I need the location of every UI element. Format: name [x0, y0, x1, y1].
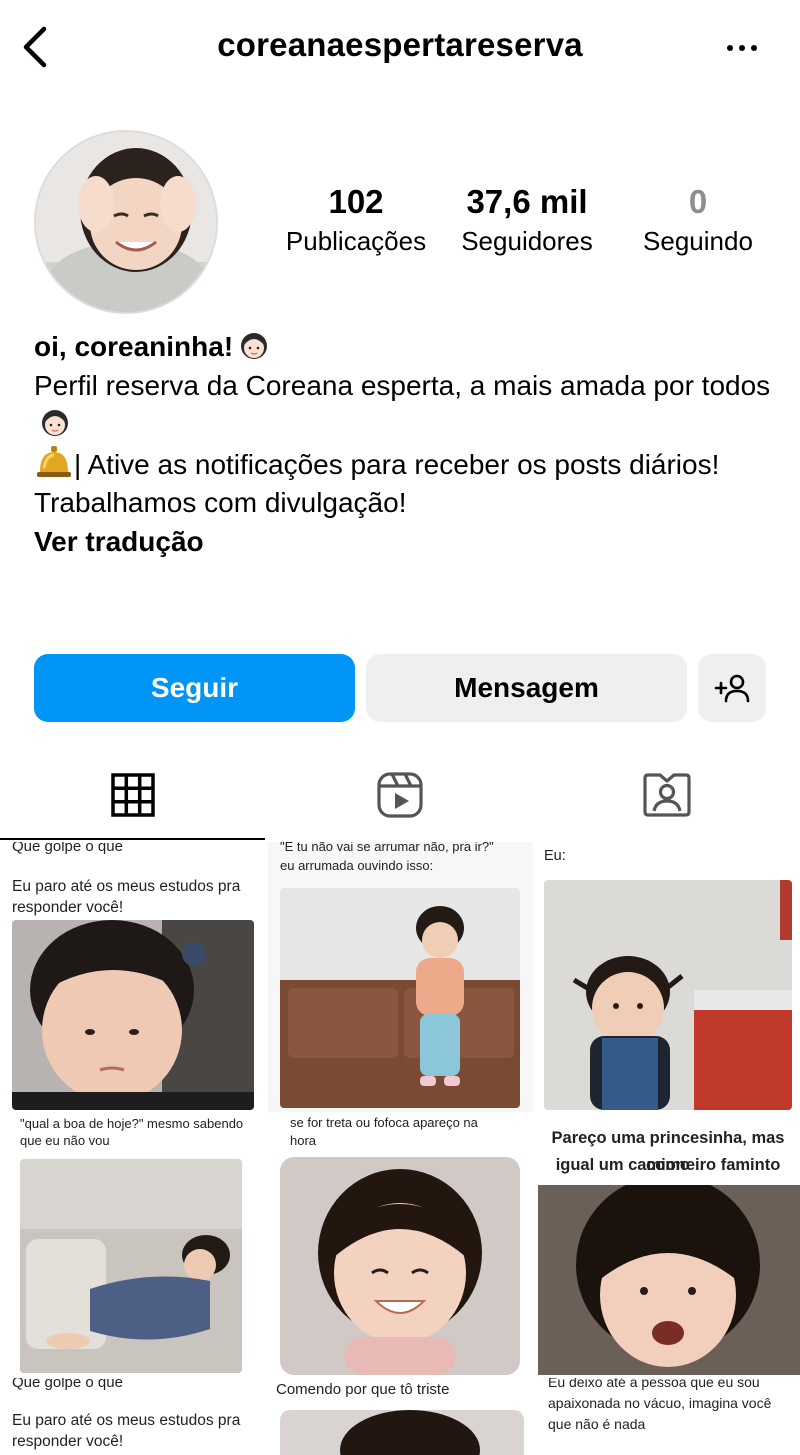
- post-image: [280, 1410, 524, 1455]
- top-bar: coreanaespertareserva: [0, 0, 800, 96]
- post-caption-top: Que golpe o que: [12, 1378, 123, 1391]
- more-horizontal-icon: [727, 45, 733, 51]
- post-caption: eu arrumada ouvindo isso:: [280, 858, 434, 873]
- profile-tabs: [0, 750, 800, 842]
- more-dot: [751, 45, 757, 51]
- bio-name: oi, coreaninha!: [34, 331, 234, 362]
- posts-grid: Que golpe o que Eu paro até os meus estu…: [0, 842, 800, 1455]
- tab-posts-grid[interactable]: [0, 750, 266, 840]
- follow-button[interactable]: Seguir: [34, 654, 355, 722]
- following-count: 0: [688, 183, 708, 220]
- grid-post[interactable]: se for treta ou fofoca apareço na hora: [268, 1115, 533, 1375]
- grid-post[interactable]: Eu deixo até a pessoa que eu sou apaixon…: [536, 1378, 800, 1455]
- post-caption-top: Eu deixo até a pessoa que eu sou: [548, 1378, 760, 1390]
- followers-count: 37,6 mil: [466, 183, 588, 220]
- add-user-icon: [714, 674, 750, 703]
- avatar-image: [36, 132, 216, 312]
- message-button[interactable]: Mensagem: [366, 654, 687, 722]
- tab-tagged[interactable]: [534, 750, 800, 840]
- reels-icon: [377, 772, 423, 818]
- stat-followers[interactable]: 37,6 mil Seguidores: [446, 180, 608, 258]
- profile-avatar[interactable]: [34, 130, 218, 314]
- more-dot: [739, 45, 745, 51]
- post-caption: que eu não vou: [20, 1133, 110, 1148]
- grid-post[interactable]: Que golpe o que Eu paro até os meus estu…: [0, 1378, 265, 1455]
- active-tab-indicator: [0, 838, 265, 840]
- posts-label: Publicações: [285, 226, 427, 256]
- grid-post[interactable]: Comendo por que tô triste: [268, 1378, 533, 1455]
- more-options-button[interactable]: [720, 36, 764, 60]
- post-caption: Comendo por que tô triste: [276, 1381, 450, 1398]
- bio-line-1: Perfil reserva da Coreana esperta, a mai…: [34, 369, 771, 401]
- post-caption-top: "E tu não vai se arrumar não, pra ir?": [280, 842, 494, 854]
- post-caption: hora: [290, 1133, 317, 1148]
- see-translation-link[interactable]: Ver tradução: [34, 523, 774, 562]
- post-caption-top: "qual a boa de hoje?" mesmo sabendo: [20, 1116, 244, 1131]
- tagged-icon: [643, 773, 691, 817]
- post-image: [12, 920, 254, 1110]
- post-caption: Eu paro até os meus estudos pra responde…: [12, 1412, 241, 1450]
- suggested-users-button[interactable]: [698, 654, 766, 722]
- bio-line-2: | Ative as notificações para receber os …: [74, 448, 720, 480]
- bell-emoji-icon: [37, 445, 71, 477]
- post-caption-top: se for treta ou fofoca apareço na: [290, 1115, 478, 1130]
- profile-username: coreanaespertareserva: [217, 26, 583, 63]
- followers-label: Seguidores: [461, 226, 593, 256]
- post-image: [544, 880, 792, 1110]
- post-caption: apaixonada no vácuo, imagina você que nã…: [548, 1395, 772, 1432]
- post-image: [280, 1157, 520, 1375]
- following-label: Seguindo: [643, 226, 753, 256]
- post-caption-top: Que golpe o que: [12, 842, 123, 855]
- grid-icon: [111, 773, 155, 817]
- posts-count: 102: [328, 183, 384, 220]
- profile-bio: oi, coreaninha! Perfil reserva da Corean…: [34, 328, 774, 561]
- girl-emoji-icon: [241, 333, 268, 359]
- grid-post[interactable]: "E tu não vai se arrumar não, pra ir?" e…: [268, 842, 533, 1112]
- grid-post[interactable]: Que golpe o que Eu paro até os meus estu…: [0, 842, 265, 1112]
- stat-following[interactable]: 0 Seguindo: [628, 180, 768, 258]
- post-image: [538, 1185, 800, 1375]
- post-caption: Eu paro até os meus estudos pra responde…: [12, 878, 241, 916]
- post-caption: igual um camioneiro faminto: [555, 1156, 781, 1174]
- post-image: [280, 888, 520, 1108]
- girl-emoji-icon: [42, 410, 68, 436]
- grid-post[interactable]: Pareço uma princesinha, mas como igual u…: [536, 1115, 800, 1375]
- post-image: [20, 1159, 242, 1373]
- grid-post[interactable]: Eu:: [536, 842, 800, 1112]
- tab-reels[interactable]: [267, 750, 533, 840]
- bio-line-3: Trabalhamos com divulgação!: [34, 487, 407, 518]
- stat-posts[interactable]: 102 Publicações: [278, 180, 434, 258]
- grid-post[interactable]: "qual a boa de hoje?" mesmo sabendo que …: [0, 1115, 265, 1375]
- post-caption: Eu:: [544, 848, 566, 864]
